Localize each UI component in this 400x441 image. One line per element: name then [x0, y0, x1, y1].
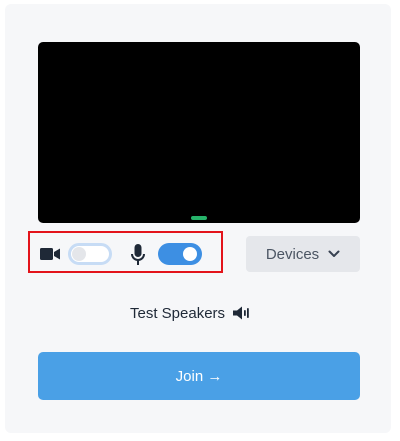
join-button-label: Join → — [175, 367, 223, 385]
speaker-icon — [233, 306, 249, 320]
devices-button[interactable]: Devices — [246, 236, 360, 272]
camera-toggle-knob — [72, 247, 86, 261]
join-button[interactable]: Join → — [38, 352, 360, 400]
test-speakers-button[interactable]: Test Speakers — [130, 302, 249, 324]
camera-preview — [38, 42, 360, 223]
mic-level-indicator — [191, 216, 207, 220]
camera-toggle[interactable] — [68, 243, 112, 265]
test-speakers-label: Test Speakers — [130, 304, 226, 322]
microphone-icon — [130, 244, 146, 266]
camera-icon — [40, 246, 60, 262]
microphone-toggle-knob — [183, 247, 197, 261]
chevron-down-icon — [328, 249, 340, 259]
microphone-toggle[interactable] — [158, 243, 202, 265]
devices-button-label: Devices — [265, 245, 320, 263]
